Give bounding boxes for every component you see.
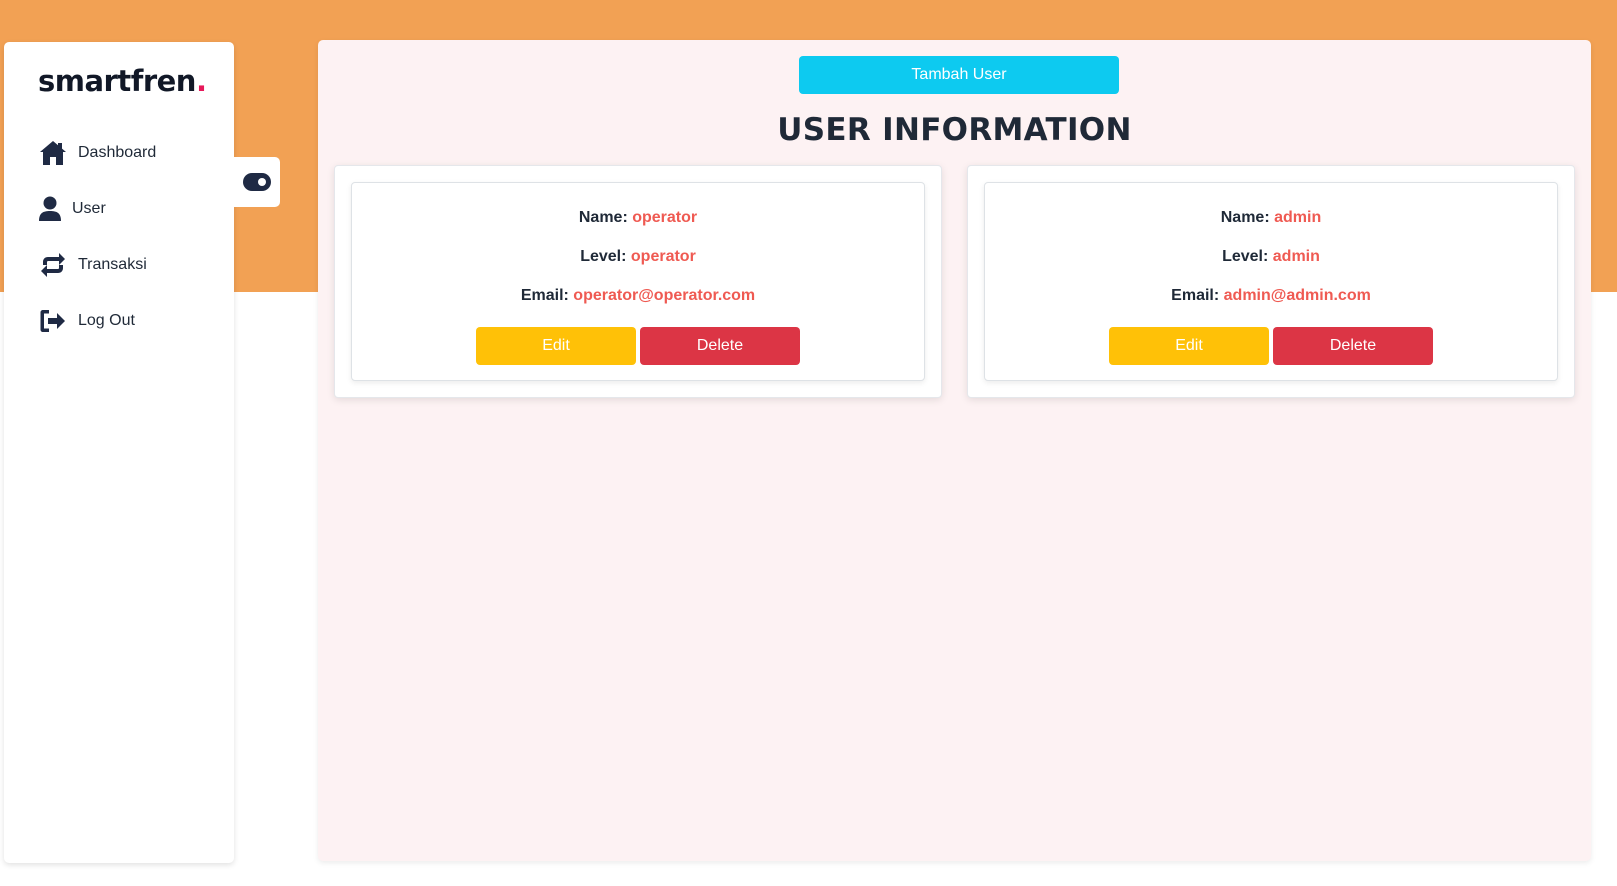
user-level-value: operator bbox=[630, 248, 696, 265]
user-actions: Edit Delete bbox=[985, 327, 1557, 365]
sidebar-item-transaksi[interactable]: Transaksi bbox=[38, 250, 156, 280]
user-level-label: Level: bbox=[580, 248, 627, 265]
delete-user-button[interactable]: Delete bbox=[640, 327, 800, 365]
brand-logo-text: smartfren bbox=[38, 64, 196, 98]
sidebar-item-dashboard[interactable]: Dashboard bbox=[38, 138, 156, 168]
repeat-icon bbox=[38, 250, 68, 280]
brand-logo-dot: . bbox=[195, 64, 207, 98]
user-name-value: operator bbox=[632, 209, 698, 226]
user-name-line: Name: admin bbox=[985, 209, 1557, 227]
user-email-value: operator@operator.com bbox=[573, 287, 756, 304]
logout-icon bbox=[38, 306, 68, 336]
sidebar-item-label: Log Out bbox=[78, 312, 135, 329]
user-icon bbox=[38, 194, 62, 224]
edit-user-button[interactable]: Edit bbox=[1109, 327, 1269, 365]
user-actions: Edit Delete bbox=[352, 327, 924, 365]
home-icon bbox=[38, 138, 68, 168]
user-email-line: Email: operator@operator.com bbox=[352, 287, 924, 305]
sidebar-toggle-button[interactable] bbox=[234, 157, 280, 207]
user-card: Name: admin Level: admin Email: admin@ad… bbox=[967, 165, 1575, 398]
user-name-label: Name: bbox=[578, 209, 628, 226]
sidebar-item-label: Dashboard bbox=[78, 144, 157, 161]
add-user-button[interactable]: Tambah User bbox=[799, 56, 1119, 94]
delete-user-button[interactable]: Delete bbox=[1273, 327, 1433, 365]
sidebar-item-label: User bbox=[72, 200, 106, 217]
user-card: Name: operator Level: operator Email: op… bbox=[334, 165, 942, 398]
user-email-value: admin@admin.com bbox=[1223, 287, 1371, 304]
user-level-line: Level: operator bbox=[352, 248, 924, 266]
user-level-line: Level: admin bbox=[985, 248, 1557, 266]
page-title: USER INFORMATION bbox=[777, 112, 1132, 148]
main-panel: Tambah User USER INFORMATION Name: opera… bbox=[318, 40, 1591, 861]
brand-logo[interactable]: smartfren. bbox=[38, 64, 207, 98]
user-email-label: Email: bbox=[520, 287, 569, 304]
sidebar-nav: Dashboard User Transaksi Log Out bbox=[38, 138, 156, 362]
user-email-line: Email: admin@admin.com bbox=[985, 287, 1557, 305]
user-card-body: Name: admin Level: admin Email: admin@ad… bbox=[984, 182, 1558, 381]
sidebar-item-logout[interactable]: Log Out bbox=[38, 306, 156, 336]
user-email-label: Email: bbox=[1171, 287, 1220, 304]
user-level-value: admin bbox=[1272, 248, 1320, 265]
edit-user-button[interactable]: Edit bbox=[476, 327, 636, 365]
user-name-value: admin bbox=[1274, 209, 1322, 226]
sidebar: smartfren. Dashboard User Transaksi Log … bbox=[4, 42, 234, 863]
sidebar-item-label: Transaksi bbox=[78, 256, 147, 273]
toggle-icon bbox=[243, 173, 271, 191]
user-level-label: Level: bbox=[1222, 248, 1269, 265]
user-card-body: Name: operator Level: operator Email: op… bbox=[351, 182, 925, 381]
user-name-label: Name: bbox=[1220, 209, 1270, 226]
user-name-line: Name: operator bbox=[352, 209, 924, 227]
sidebar-item-user[interactable]: User bbox=[38, 194, 156, 224]
